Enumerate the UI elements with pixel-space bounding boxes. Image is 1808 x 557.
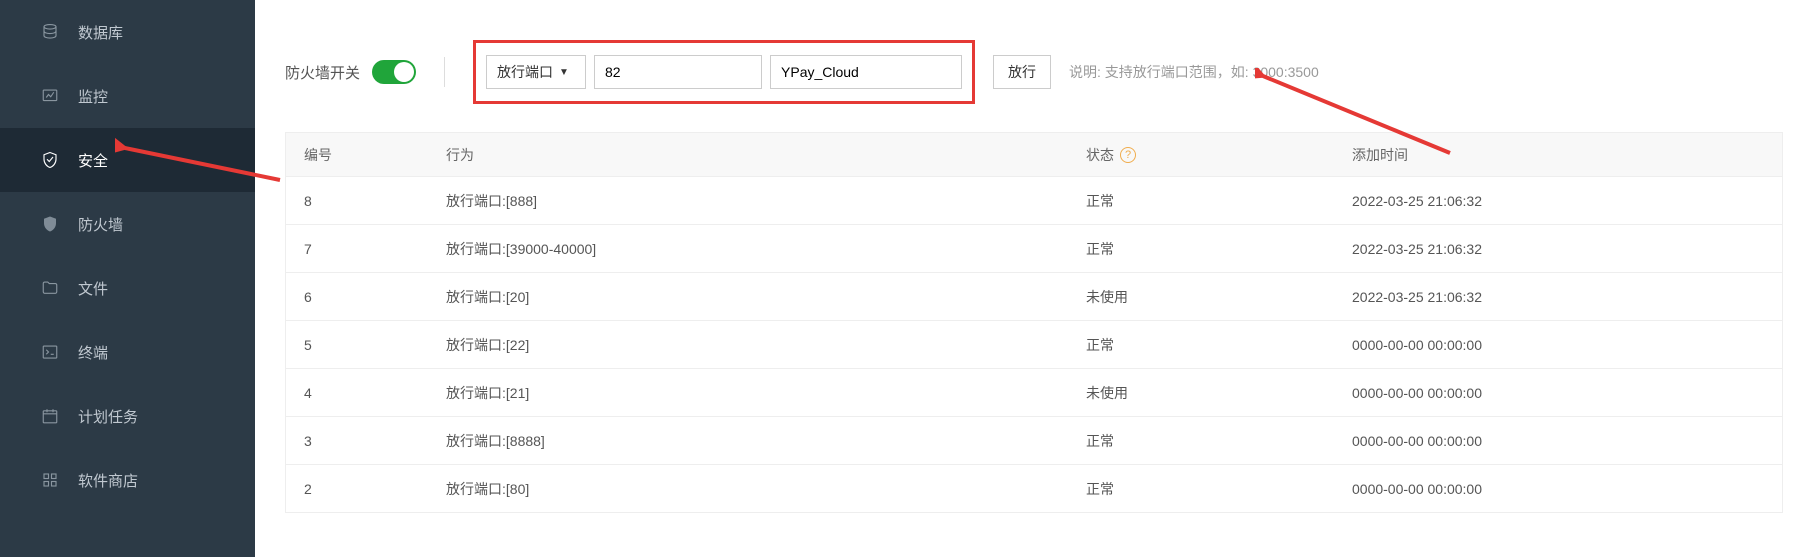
sidebar-item-label: 防火墙 bbox=[78, 214, 123, 235]
sidebar-item-label: 计划任务 bbox=[78, 406, 138, 427]
sidebar-item-database[interactable]: 数据库 bbox=[0, 0, 255, 64]
database-icon bbox=[40, 22, 60, 42]
sidebar-item-store[interactable]: 软件商店 bbox=[0, 448, 255, 512]
hint-text: 说明: 支持放行端口范围，如: 3000:3500 bbox=[1069, 62, 1319, 82]
firewall-icon bbox=[40, 214, 60, 234]
cell-time: 0000-00-00 00:00:00 bbox=[1346, 433, 1782, 449]
cell-action: 放行端口:[39000-40000] bbox=[446, 239, 1086, 259]
sidebar-item-label: 监控 bbox=[78, 86, 108, 107]
cell-id: 8 bbox=[286, 193, 446, 209]
cell-status: 正常 bbox=[1086, 239, 1346, 259]
separator bbox=[444, 57, 445, 87]
cell-action: 放行端口:[22] bbox=[446, 335, 1086, 355]
sidebar-item-label: 安全 bbox=[78, 150, 108, 171]
cell-id: 5 bbox=[286, 337, 446, 353]
apps-icon bbox=[40, 470, 60, 490]
chevron-down-icon: ▼ bbox=[559, 67, 569, 78]
cell-action: 放行端口:[21] bbox=[446, 383, 1086, 403]
cell-id: 3 bbox=[286, 433, 446, 449]
header-action: 行为 bbox=[446, 145, 1086, 165]
table-row: 8放行端口:[888]正常2022-03-25 21:06:32 bbox=[286, 177, 1782, 225]
terminal-icon bbox=[40, 342, 60, 362]
table-row: 5放行端口:[22]正常0000-00-00 00:00:00 bbox=[286, 321, 1782, 369]
toggle-knob bbox=[394, 62, 414, 82]
sidebar-item-label: 文件 bbox=[78, 278, 108, 299]
cell-action: 放行端口:[80] bbox=[446, 479, 1086, 499]
sidebar-item-files[interactable]: 文件 bbox=[0, 256, 255, 320]
table-row: 7放行端口:[39000-40000]正常2022-03-25 21:06:32 bbox=[286, 225, 1782, 273]
table-row: 3放行端口:[8888]正常0000-00-00 00:00:00 bbox=[286, 417, 1782, 465]
cell-id: 6 bbox=[286, 289, 446, 305]
table-header: 编号 行为 状态 ? 添加时间 bbox=[286, 133, 1782, 177]
shield-icon bbox=[40, 150, 60, 170]
sidebar-item-label: 数据库 bbox=[78, 22, 123, 43]
toolbar: 防火墙开关 放行端口 ▼ 放行 说明: 支持放行端口范围，如: 3000:350… bbox=[285, 0, 1783, 132]
cell-time: 0000-00-00 00:00:00 bbox=[1346, 385, 1782, 401]
monitor-icon bbox=[40, 86, 60, 106]
help-icon[interactable]: ? bbox=[1120, 147, 1136, 163]
submit-button[interactable]: 放行 bbox=[993, 55, 1051, 89]
cell-status: 正常 bbox=[1086, 335, 1346, 355]
cell-id: 7 bbox=[286, 241, 446, 257]
cell-time: 0000-00-00 00:00:00 bbox=[1346, 337, 1782, 353]
cell-status: 未使用 bbox=[1086, 383, 1346, 403]
cell-time: 2022-03-25 21:06:32 bbox=[1346, 193, 1782, 209]
sidebar-item-terminal[interactable]: 终端 bbox=[0, 320, 255, 384]
firewall-toggle[interactable] bbox=[372, 60, 416, 84]
cell-action: 放行端口:[8888] bbox=[446, 431, 1086, 451]
sidebar-item-label: 终端 bbox=[78, 342, 108, 363]
cell-status: 正常 bbox=[1086, 479, 1346, 499]
sidebar-item-label: 软件商店 bbox=[78, 470, 138, 491]
sidebar-item-security[interactable]: 安全 bbox=[0, 128, 255, 192]
header-time: 添加时间 bbox=[1346, 145, 1782, 165]
cell-time: 2022-03-25 21:06:32 bbox=[1346, 241, 1782, 257]
cell-status: 正常 bbox=[1086, 191, 1346, 211]
sidebar: 数据库 监控 安全 防火墙 文件 bbox=[0, 0, 255, 557]
calendar-icon bbox=[40, 406, 60, 426]
highlight-annotation: 放行端口 ▼ bbox=[473, 40, 975, 104]
header-status: 状态 ? bbox=[1086, 145, 1346, 165]
table-row: 4放行端口:[21]未使用0000-00-00 00:00:00 bbox=[286, 369, 1782, 417]
cell-status: 未使用 bbox=[1086, 287, 1346, 307]
cell-id: 4 bbox=[286, 385, 446, 401]
cell-status: 正常 bbox=[1086, 431, 1346, 451]
table-row: 6放行端口:[20]未使用2022-03-25 21:06:32 bbox=[286, 273, 1782, 321]
firewall-toggle-label: 防火墙开关 bbox=[285, 62, 360, 83]
cell-action: 放行端口:[20] bbox=[446, 287, 1086, 307]
port-action-select[interactable]: 放行端口 ▼ bbox=[486, 55, 586, 89]
folder-icon bbox=[40, 278, 60, 298]
cell-id: 2 bbox=[286, 481, 446, 497]
cell-time: 2022-03-25 21:06:32 bbox=[1346, 289, 1782, 305]
cell-action: 放行端口:[888] bbox=[446, 191, 1086, 211]
select-value: 放行端口 bbox=[497, 62, 553, 82]
remark-input[interactable] bbox=[770, 55, 962, 89]
header-id: 编号 bbox=[286, 145, 446, 165]
main-content: 防火墙开关 放行端口 ▼ 放行 说明: 支持放行端口范围，如: 3000:350… bbox=[255, 0, 1808, 557]
sidebar-item-cron[interactable]: 计划任务 bbox=[0, 384, 255, 448]
port-input[interactable] bbox=[594, 55, 762, 89]
sidebar-item-firewall[interactable]: 防火墙 bbox=[0, 192, 255, 256]
cell-time: 0000-00-00 00:00:00 bbox=[1346, 481, 1782, 497]
sidebar-item-monitor[interactable]: 监控 bbox=[0, 64, 255, 128]
table-row: 2放行端口:[80]正常0000-00-00 00:00:00 bbox=[286, 465, 1782, 513]
rules-table: 编号 行为 状态 ? 添加时间 8放行端口:[888]正常2022-03-25 … bbox=[285, 132, 1783, 513]
